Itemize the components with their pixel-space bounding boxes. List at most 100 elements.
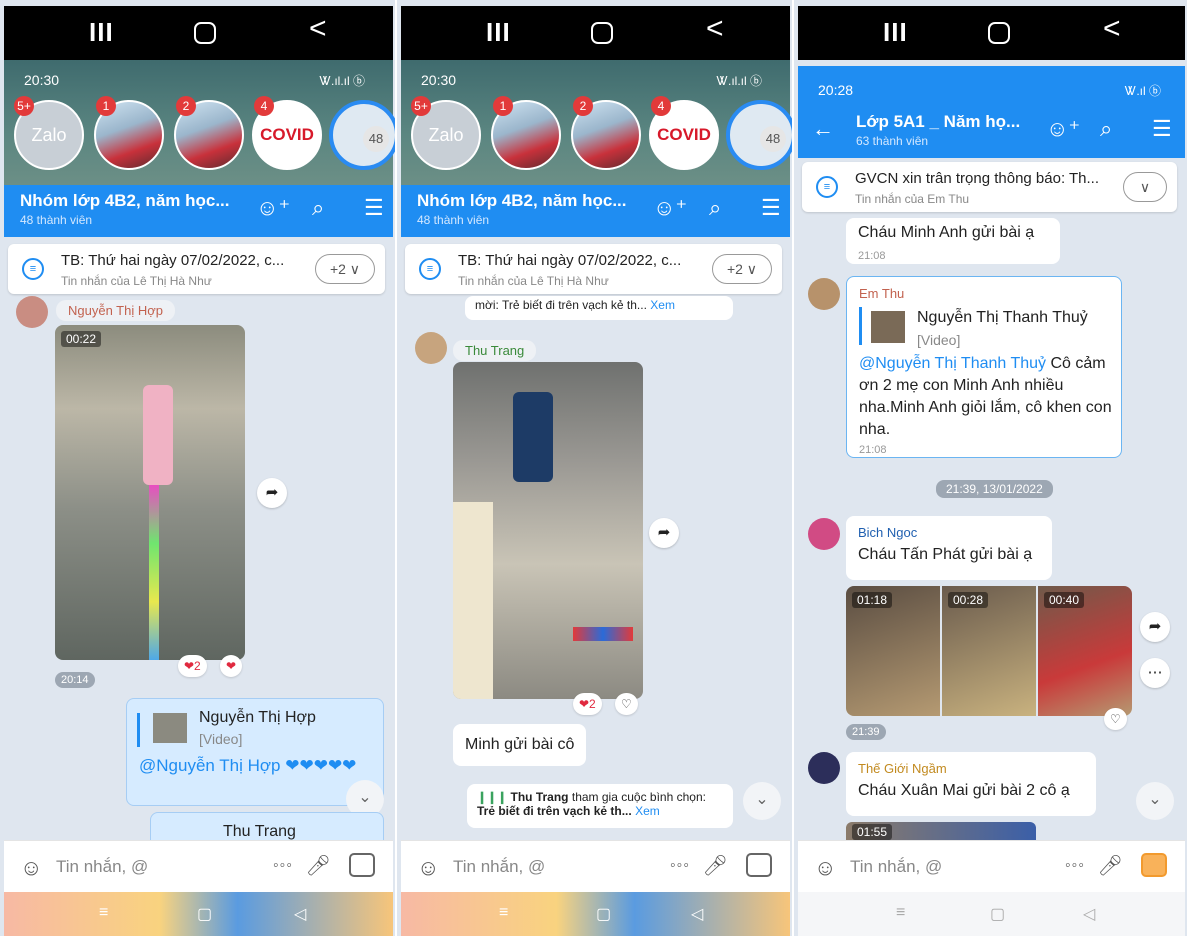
search-icon[interactable]: ⌕: [1100, 116, 1112, 142]
emoji-icon[interactable]: ☺: [417, 855, 439, 881]
forward-icon[interactable]: ➦: [257, 478, 287, 508]
video-thumbnail: [453, 502, 493, 699]
home-button[interactable]: ▢: [197, 904, 212, 924]
avatar[interactable]: [16, 296, 48, 328]
menu-icon[interactable]: ☰: [1152, 116, 1172, 142]
avatar[interactable]: [808, 278, 840, 310]
poll-notice-partial[interactable]: mời: Trẻ biết đi trên vạch kẻ th... Xem: [465, 296, 733, 320]
chat-title[interactable]: Nhóm lớp 4B2, năm học...: [417, 191, 627, 211]
message-input[interactable]: Tin nhắn, @: [56, 857, 148, 877]
quote-bar: [137, 713, 140, 747]
heart-react-button[interactable]: ❤: [220, 655, 243, 677]
more-icon[interactable]: ⋯: [1140, 658, 1170, 688]
video-message[interactable]: 00:22: [55, 325, 245, 660]
sender-name: Bich Ngoc: [858, 525, 918, 540]
text-message[interactable]: Bich Ngoc Cháu Tấn Phát gửi bài ạ: [846, 516, 1052, 580]
recents-button[interactable]: ≡: [99, 904, 108, 922]
scroll-down-button[interactable]: ⌄: [1136, 782, 1174, 820]
pinned-message[interactable]: ≡ TB: Thứ hai ngày 07/02/2022, c... Tin …: [405, 244, 782, 294]
recents-button[interactable]: III: [486, 19, 511, 45]
pinned-message[interactable]: ≡ GVCN xin trân trọng thông báo: Th... T…: [802, 162, 1177, 212]
quote-thumbnail: [153, 713, 187, 743]
avatar[interactable]: [415, 332, 447, 364]
mention[interactable]: @Nguyễn Thị Thanh Thuỷ: [859, 355, 1046, 372]
video-thumbnail-2[interactable]: 00:28: [942, 586, 1036, 716]
pinned-title: TB: Thứ hai ngày 07/02/2022, c...: [458, 252, 682, 269]
home-button[interactable]: [988, 22, 1010, 44]
scroll-down-button[interactable]: ⌄: [743, 782, 781, 820]
forward-icon[interactable]: ➦: [649, 518, 679, 548]
text-message[interactable]: Minh gửi bài cô: [453, 724, 587, 766]
message-input-bar: ☺ Tin nhắn, @ ◦◦◦ 🎤︎: [401, 840, 790, 892]
home-button[interactable]: [194, 22, 216, 44]
more-options-icon[interactable]: ◦◦◦: [670, 857, 690, 875]
add-member-icon[interactable]: ☺⁺: [1046, 116, 1080, 142]
pinned-more-button[interactable]: +2 ∨: [315, 254, 375, 284]
home-button[interactable]: ▢: [596, 904, 611, 924]
video-thumbnail-1[interactable]: 01:18: [846, 586, 940, 716]
image-picker-icon[interactable]: [349, 853, 375, 877]
back-button[interactable]: ◁: [294, 904, 306, 924]
back-arrow-icon[interactable]: ←: [812, 116, 834, 142]
view-link[interactable]: Xem: [650, 298, 675, 312]
search-icon[interactable]: ⌕: [312, 195, 324, 221]
reaction-count[interactable]: ❤2: [573, 693, 602, 715]
pinned-more-button[interactable]: ∨: [1123, 172, 1167, 202]
text-message[interactable]: Cháu Minh Anh gửi bài ạ 21:08: [846, 218, 1060, 264]
back-button[interactable]: <: [706, 14, 724, 44]
view-link[interactable]: Xem: [635, 804, 660, 818]
message-time: 21:08: [859, 444, 887, 456]
sender-name: Thu Trang: [453, 340, 537, 361]
recents-button[interactable]: III: [883, 19, 908, 45]
avatar[interactable]: [808, 518, 840, 550]
text-message[interactable]: Thế Giới Ngầm Cháu Xuân Mai gửi bài 2 cô…: [846, 752, 1096, 816]
poll-notice[interactable]: ❙❙❙ Thu Trang tham gia cuộc bình chọn: T…: [467, 784, 733, 828]
message-input[interactable]: Tin nhắn, @: [453, 857, 545, 877]
avatar[interactable]: [808, 752, 840, 784]
image-picker-icon[interactable]: [746, 853, 772, 877]
chat-title[interactable]: Nhóm lớp 4B2, năm học...: [20, 191, 230, 211]
status-area: 20:30 Ꮤ.ıl.ıl ⓑ Zalo 5+ 1 2 COVID 4 48: [401, 60, 792, 185]
heart-react-button[interactable]: ♡: [1104, 708, 1127, 730]
message-input[interactable]: Tin nhắn, @: [850, 857, 942, 877]
back-button[interactable]: ◁: [1083, 904, 1095, 924]
microphone-icon[interactable]: 🎤︎: [703, 853, 728, 878]
menu-icon[interactable]: ☰: [761, 195, 781, 221]
video-message[interactable]: [453, 362, 643, 699]
recents-button[interactable]: III: [89, 19, 114, 45]
chat-title[interactable]: Lớp 5A1 _ Năm họ...: [856, 112, 1020, 132]
back-button[interactable]: <: [1103, 14, 1121, 44]
menu-icon[interactable]: ☰: [364, 195, 384, 221]
my-reply-message[interactable]: Nguyễn Thị Hợp [Video] @Nguyễn Thị Hợp ❤…: [126, 698, 384, 806]
home-button[interactable]: [591, 22, 613, 44]
emoji-icon[interactable]: ☺: [20, 855, 42, 881]
video-message[interactable]: 01:55: [846, 822, 1036, 840]
add-member-icon[interactable]: ☺⁺: [256, 195, 290, 221]
reply-message[interactable]: Em Thu Nguyễn Thị Thanh Thuỷ [Video] @Ng…: [846, 276, 1122, 458]
forward-icon[interactable]: ➦: [1140, 612, 1170, 642]
back-button[interactable]: ◁: [691, 904, 703, 924]
quoted-type: [Video]: [199, 731, 243, 747]
message-input-bar: ☺ Tin nhắn, @ ◦◦◦ 🎤︎: [798, 840, 1185, 892]
more-options-icon[interactable]: ◦◦◦: [273, 857, 293, 875]
video-thumbnail-3[interactable]: 00:40: [1038, 586, 1132, 716]
emoji-icon[interactable]: ☺: [814, 855, 836, 881]
recents-button[interactable]: ≡: [896, 904, 905, 922]
back-button[interactable]: <: [309, 14, 327, 44]
search-icon[interactable]: ⌕: [709, 195, 721, 221]
pinned-more-button[interactable]: +2 ∨: [712, 254, 772, 284]
unread-badge: 5+: [14, 96, 34, 116]
recents-button[interactable]: ≡: [499, 904, 508, 922]
microphone-icon[interactable]: 🎤︎: [306, 853, 331, 878]
more-options-icon[interactable]: ◦◦◦: [1065, 857, 1085, 875]
chat-bubble-active-group[interactable]: 48: [726, 100, 792, 170]
reaction-count[interactable]: ❤2: [178, 655, 207, 677]
add-member-icon[interactable]: ☺⁺: [653, 195, 687, 221]
home-button[interactable]: ▢: [990, 904, 1005, 924]
microphone-icon[interactable]: 🎤︎: [1098, 853, 1123, 878]
image-picker-icon[interactable]: [1141, 853, 1167, 877]
chat-bubble-active-group[interactable]: 48: [329, 100, 395, 170]
heart-react-button[interactable]: ♡: [615, 693, 638, 715]
pinned-message[interactable]: ≡ TB: Thứ hai ngày 07/02/2022, c... Tin …: [8, 244, 385, 294]
video-album[interactable]: 01:18 00:28 00:40: [846, 586, 1132, 716]
